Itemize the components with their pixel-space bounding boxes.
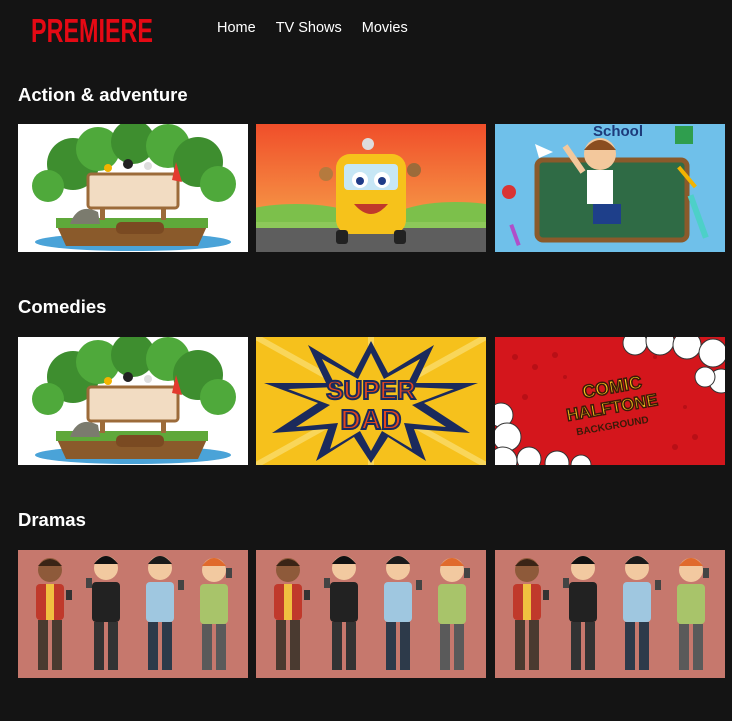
tile-super-dad[interactable]: SUPER DAD — [256, 337, 486, 465]
island-illustration — [18, 337, 248, 465]
main-nav: Home TV Shows Movies — [217, 19, 408, 37]
section-title: Comedies — [18, 296, 107, 317]
super-dad-illustration: SUPER DAD — [256, 337, 486, 465]
section-action-adventure: Action & adventure School — [18, 84, 725, 252]
nav-tv-shows-link[interactable]: TV Shows — [276, 19, 342, 37]
boys-with-phones-illustration — [495, 550, 725, 678]
tile-boys-with-phones[interactable] — [18, 550, 248, 678]
tile-art-text: School — [593, 124, 643, 140]
tile-boys-with-phones[interactable] — [256, 550, 486, 678]
school-bus-illustration — [256, 124, 486, 252]
tile-row: School — [18, 124, 725, 252]
tile-art-text: DAD — [341, 404, 402, 435]
boys-with-phones-illustration — [18, 550, 248, 678]
section-title: Dramas — [18, 509, 86, 530]
tile-row: SUPER DAD COMIC HALFTONE BACKGROUND — [18, 337, 725, 465]
brand-logo[interactable]: PREMIERE — [31, 12, 155, 49]
tile-island-birds[interactable] — [18, 124, 248, 252]
top-navigation-bar: PREMIERE Home TV Shows Movies — [0, 0, 732, 62]
comic-halftone-illustration: COMIC HALFTONE BACKGROUND — [495, 337, 725, 465]
section-dramas: Dramas — [18, 509, 725, 678]
school-boy-illustration: School — [495, 124, 725, 252]
section-comedies: Comedies SUPER DAD COMIC HALFTONE BACKGR… — [18, 296, 725, 465]
tile-school-bus[interactable] — [256, 124, 486, 252]
tile-back-to-school[interactable]: School — [495, 124, 725, 252]
boys-with-phones-illustration — [256, 550, 486, 678]
brand-logo-text: PREMIERE — [31, 12, 153, 48]
section-title: Action & adventure — [18, 84, 188, 105]
tile-art-text: SUPER — [326, 375, 416, 405]
island-illustration — [18, 124, 248, 252]
tile-comic-halftone[interactable]: COMIC HALFTONE BACKGROUND — [495, 337, 725, 465]
nav-movies-link[interactable]: Movies — [362, 19, 408, 37]
tile-boys-with-phones[interactable] — [495, 550, 725, 678]
tile-island-birds[interactable] — [18, 337, 248, 465]
tile-row — [18, 550, 725, 678]
nav-home-link[interactable]: Home — [217, 19, 256, 37]
